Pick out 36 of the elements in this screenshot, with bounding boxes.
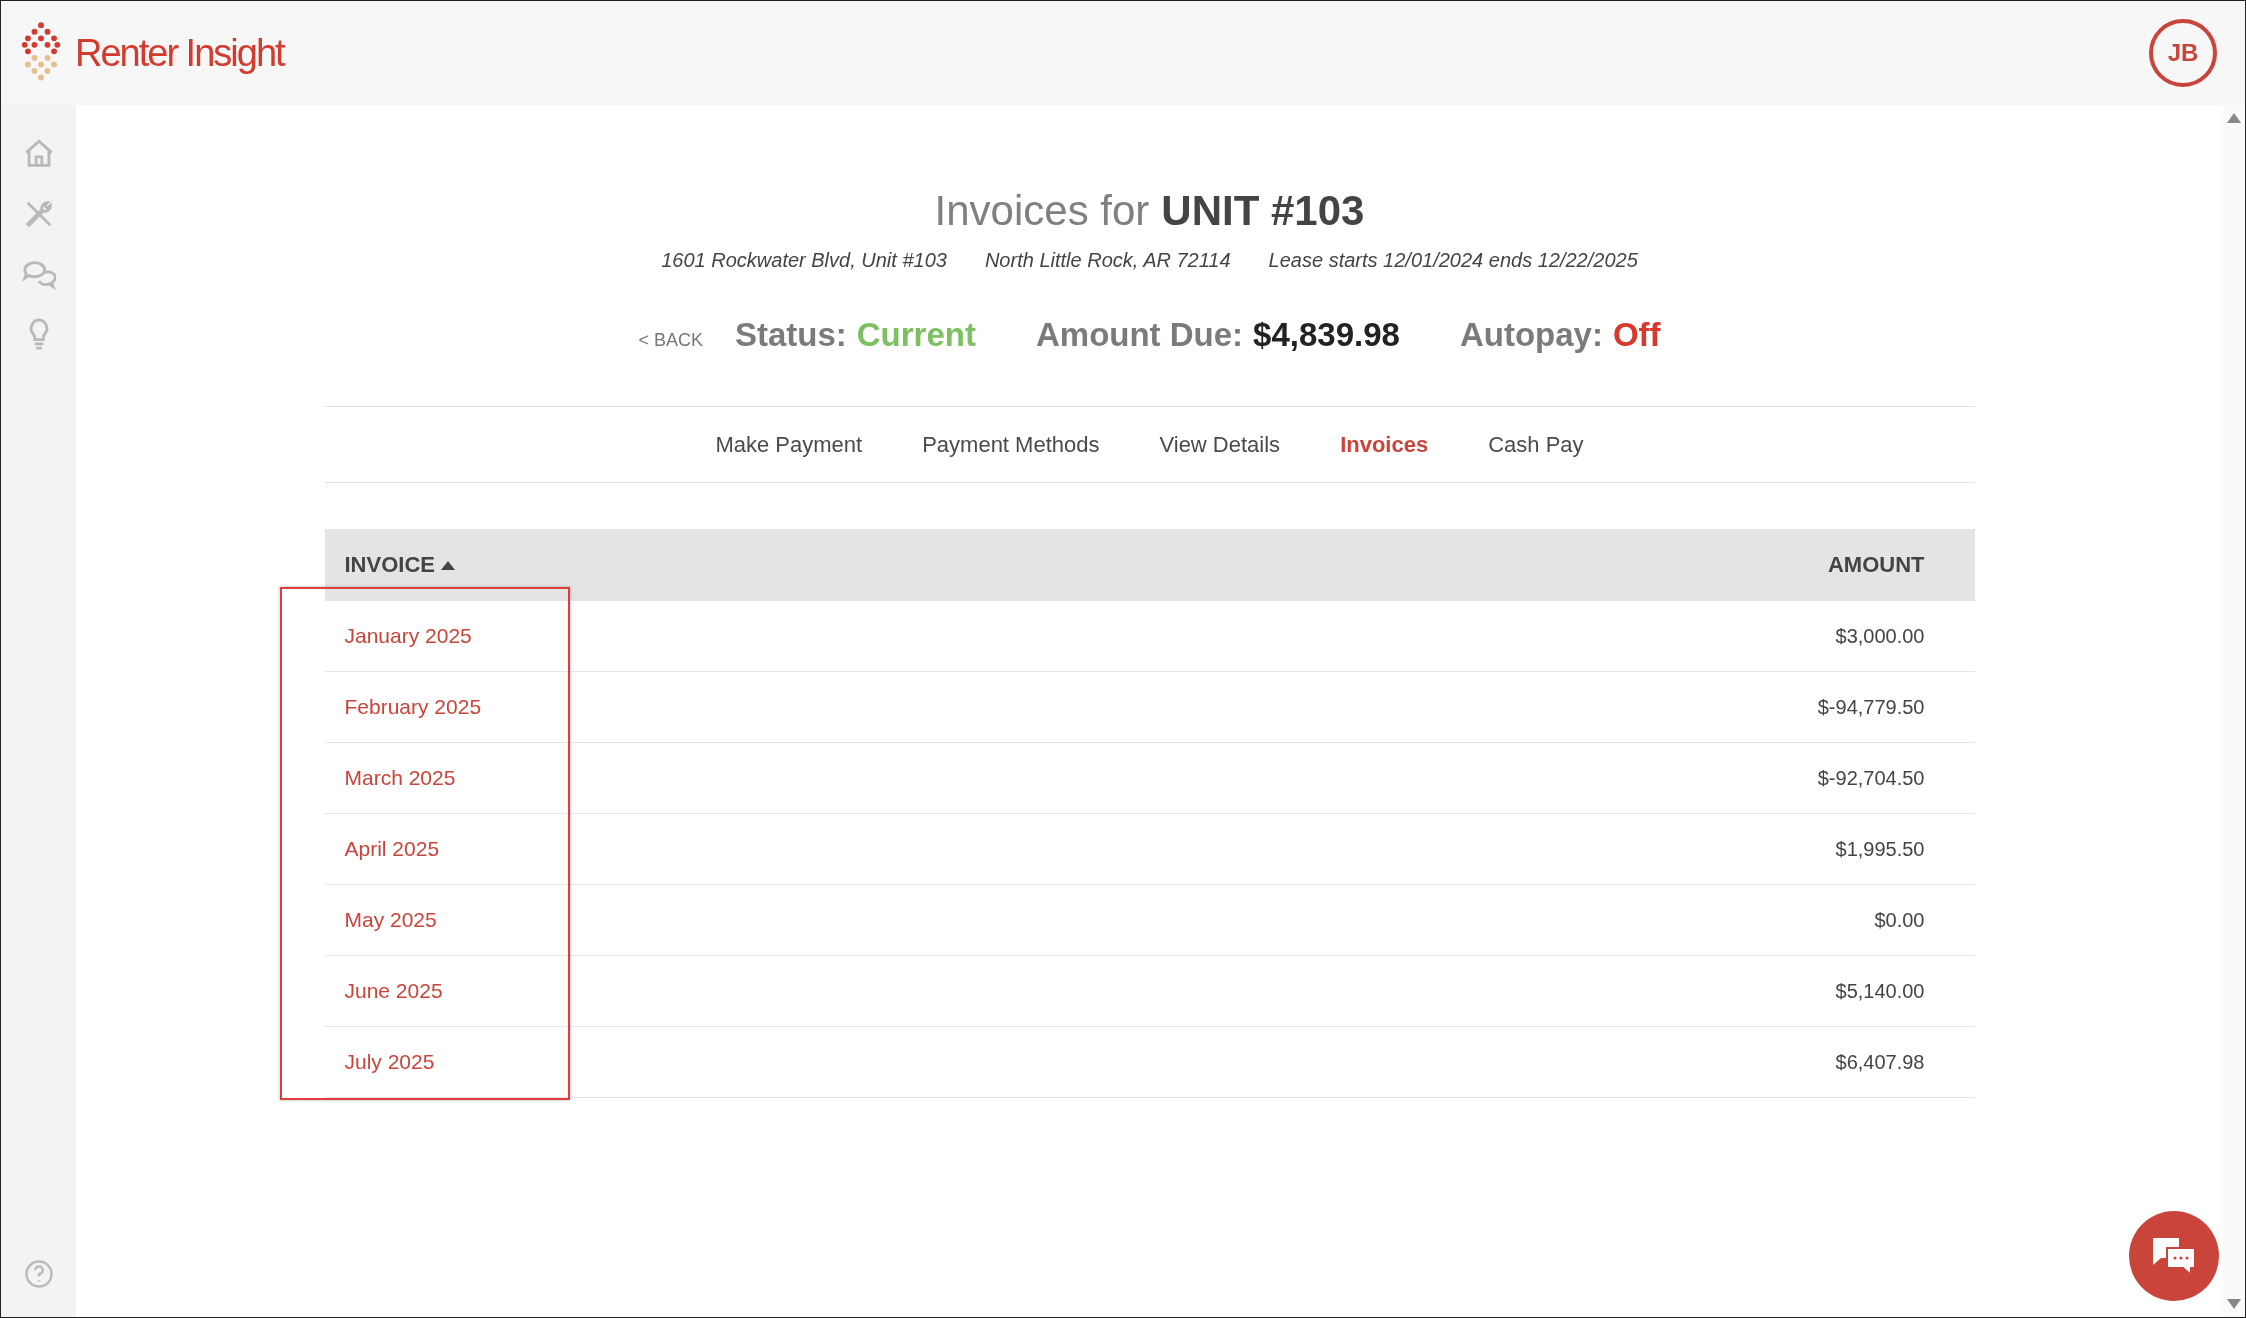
amount-column-header[interactable]: AMOUNT	[1827, 552, 1925, 578]
invoice-link[interactable]: February 2025	[344, 695, 482, 719]
status-text: Status: Current	[734, 316, 976, 354]
invoice-link[interactable]: January 2025	[344, 624, 472, 648]
invoice-link[interactable]: March 2025	[344, 766, 456, 790]
amount-cell: $-92,704.50	[1817, 766, 1925, 790]
amount-cell: $6,407.98	[1835, 1050, 1925, 1074]
page-title: Invoices for UNIT #103	[934, 187, 1365, 235]
tab[interactable]: Make Payment	[715, 431, 863, 458]
invoice-link[interactable]: April 2025	[344, 837, 440, 861]
invoice-link[interactable]: June 2025	[344, 979, 443, 1003]
amount-cell: $1,995.50	[1835, 837, 1925, 861]
amount-cell: $0.00	[1874, 908, 1925, 932]
tab[interactable]: Payment Methods	[922, 431, 1100, 458]
chat-bubbles-icon	[2151, 1236, 2197, 1276]
logo-text: Renter Insight	[75, 31, 284, 75]
tab[interactable]: View Details	[1159, 431, 1281, 458]
amount-cell: $3,000.00	[1835, 624, 1925, 648]
lease-text: Lease starts 12/01/2024 ends 12/22/2025	[1268, 249, 1638, 272]
invoice-link[interactable]: May 2025	[344, 908, 437, 932]
help-icon[interactable]	[23, 1259, 54, 1289]
back-link[interactable]: < BACK	[638, 330, 703, 351]
tab[interactable]: Invoices	[1340, 431, 1429, 458]
city-text: North Little Rock, AR 72114	[984, 249, 1231, 272]
invoice-column-header[interactable]: INVOICE	[344, 552, 455, 578]
amount-cell: $5,140.00	[1835, 979, 1925, 1003]
tab[interactable]: Cash Pay	[1488, 431, 1584, 458]
scroll-down-icon[interactable]	[2227, 1299, 2241, 1309]
invoice-link[interactable]: July 2025	[344, 1050, 435, 1074]
sort-icon[interactable]	[440, 560, 455, 570]
amount-cell: $-94,779.50	[1817, 695, 1925, 719]
scroll-up-icon[interactable]	[2227, 113, 2241, 123]
user-avatar[interactable]: JB	[2149, 19, 2217, 87]
autopay-text: Autopay: Off	[1459, 316, 1661, 354]
address-text: 1601 Rockwater Blvd, Unit #103	[661, 249, 947, 272]
amount-due-text: Amount Due: $4,839.98	[1035, 316, 1400, 354]
